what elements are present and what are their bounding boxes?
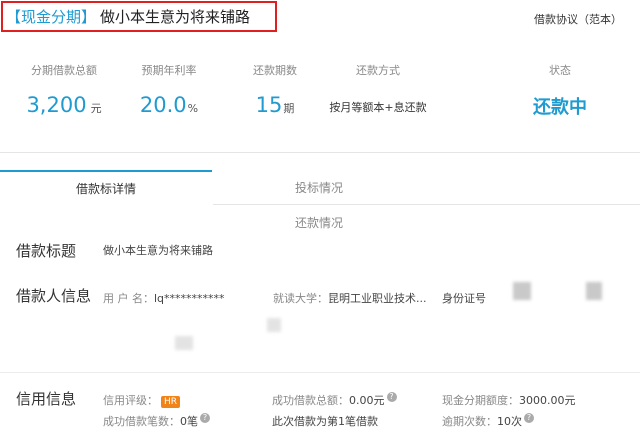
success-total-value: 0.00元: [349, 394, 385, 407]
stat-value: 3,200 元: [24, 93, 104, 117]
overdue-row: 逾期次数：10次?: [442, 413, 534, 429]
success-count-row: 成功借款笔数：0笔?: [103, 413, 210, 429]
redacted-block: [175, 336, 193, 350]
loan-title-label: 借款标题: [16, 242, 77, 260]
stat-status: 状态 还款中: [520, 62, 600, 119]
status-badge: 还款中: [533, 97, 587, 118]
loan-title-header: 【现金分期】 做小本生意为将来铺路: [1, 1, 277, 32]
loan-category-tag: 【现金分期】: [6, 8, 97, 26]
loan-title-value: 做小本生意为将来铺路: [103, 244, 213, 257]
loan-agreement-link[interactable]: 借款协议（范本）: [534, 11, 622, 27]
username-row: 用 户 名：lq***********: [103, 290, 225, 306]
credit-rating-row: 信用评级： HR: [103, 392, 181, 408]
cash-limit-value: 3000.00元: [519, 394, 576, 407]
university-value: 昆明工业职业技术...: [328, 292, 427, 305]
redacted-block: [267, 318, 281, 332]
help-icon[interactable]: ?: [524, 413, 534, 423]
stat-label: 还款方式: [356, 64, 400, 77]
stat-value: 20.0%: [134, 93, 204, 117]
stat-value: 按月等额本+息还款: [329, 101, 427, 114]
help-icon[interactable]: ?: [386, 392, 397, 402]
help-icon[interactable]: ?: [200, 413, 210, 423]
stat-interest-rate: 预期年利率 20.0%: [134, 62, 204, 117]
stat-label: 还款期数: [253, 64, 297, 77]
stat-repayment-method: 还款方式 按月等额本+息还款: [318, 62, 438, 115]
university-label: 就读大学：: [273, 292, 328, 305]
stat-number: 20.0: [139, 93, 187, 117]
success-count-value: 0笔: [180, 415, 198, 428]
credit-info-label: 信用信息: [16, 390, 77, 408]
divider: [0, 152, 640, 153]
username-label: 用 户 名：: [103, 292, 154, 305]
tab-underline: [213, 204, 640, 205]
loan-title-text: 做小本生意为将来铺路: [100, 8, 251, 26]
overdue-label: 逾期次数：: [442, 415, 497, 428]
detail-tabs: 借款标详情 投标情况: [0, 170, 640, 206]
stat-unit: %: [187, 102, 199, 115]
stat-label: 分期借款总额: [31, 64, 97, 77]
credit-rating-badge: HR: [161, 396, 181, 408]
redacted-block: [513, 282, 531, 300]
stat-unit: 元: [90, 102, 102, 115]
stat-label: 状态: [549, 64, 571, 77]
cash-limit-label: 现金分期额度：: [442, 394, 519, 407]
borrower-info-label: 借款人信息: [16, 287, 92, 305]
stat-total-amount: 分期借款总额 3,200 元: [24, 62, 104, 117]
stat-label: 预期年利率: [141, 64, 197, 77]
username-value: lq***********: [154, 292, 225, 305]
this-loan-text: 此次借款为第1笔借款: [272, 415, 378, 428]
stat-periods: 还款期数 15期: [240, 62, 310, 117]
success-total-row: 成功借款总额：0.00元?: [272, 392, 397, 408]
redacted-block: [586, 282, 602, 300]
stat-number: 3,200: [26, 93, 87, 117]
tab-loan-details[interactable]: 借款标详情: [0, 170, 212, 204]
overdue-value: 10次: [497, 415, 522, 428]
tab-repayment[interactable]: 还款情况: [213, 214, 425, 231]
stat-number: 15: [255, 93, 283, 117]
stat-value: 15期: [240, 93, 310, 117]
credit-rating-label: 信用评级：: [103, 394, 158, 407]
university-row: 就读大学：昆明工业职业技术...: [273, 290, 427, 306]
success-count-label: 成功借款笔数：: [103, 415, 180, 428]
id-number-label: 身份证号: [442, 292, 486, 305]
cash-limit-row: 现金分期额度：3000.00元: [442, 392, 576, 408]
stat-unit: 期: [283, 102, 295, 115]
divider: [0, 372, 640, 373]
success-total-label: 成功借款总额：: [272, 394, 349, 407]
loan-stats: 分期借款总额 3,200 元 预期年利率 20.0% 还款期数 15期 还款方式 …: [0, 62, 640, 132]
tab-bids[interactable]: 投标情况: [213, 170, 425, 204]
